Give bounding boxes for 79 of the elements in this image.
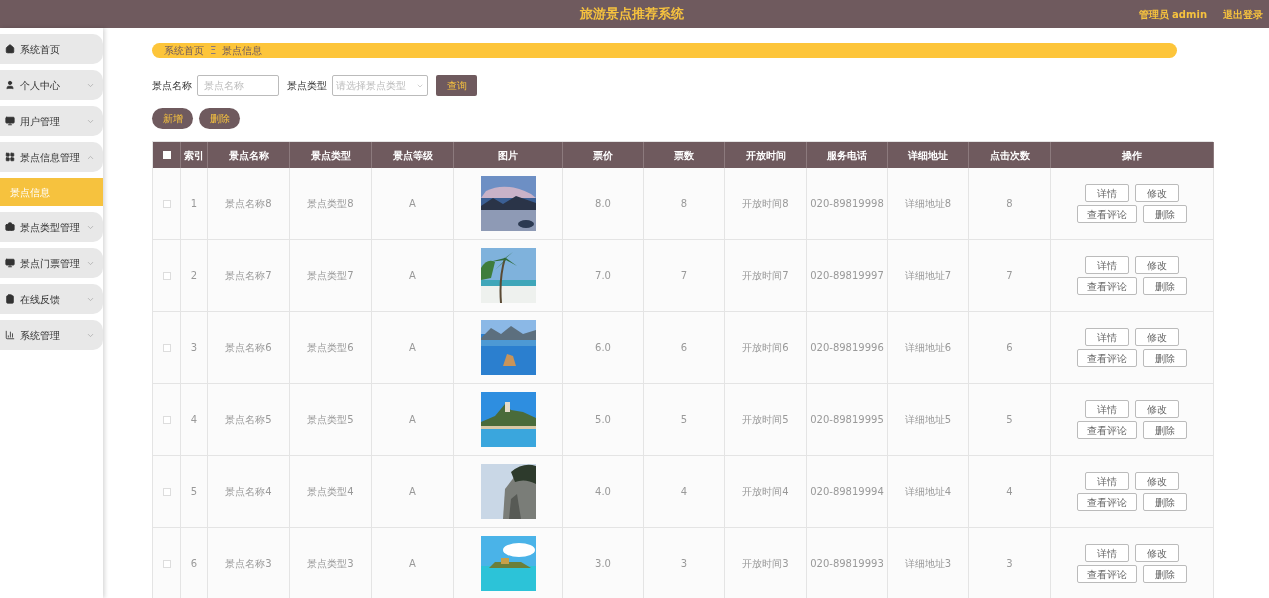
row-action-button[interactable]: 修改 <box>1135 400 1179 418</box>
column-header: 操作 <box>1122 148 1142 163</box>
row-action-button[interactable]: 详情 <box>1085 328 1129 346</box>
row-action-button[interactable]: 删除 <box>1143 349 1187 367</box>
row-action-button[interactable]: 详情 <box>1085 472 1129 490</box>
row-action-button[interactable]: 查看评论 <box>1077 421 1137 439</box>
add-button[interactable]: 新增 <box>152 108 193 129</box>
row-action-button[interactable]: 修改 <box>1135 472 1179 490</box>
row-checkbox[interactable] <box>162 343 171 352</box>
row-action-button[interactable]: 修改 <box>1135 256 1179 274</box>
table-cell: 景点名称3 <box>208 528 290 598</box>
row-action-button[interactable]: 删除 <box>1143 565 1187 583</box>
search-button[interactable]: 查询 <box>436 75 477 96</box>
user-label: 管理员 admin <box>1138 7 1207 22</box>
column-header: 景点类型 <box>310 148 351 163</box>
breadcrumb-link[interactable]: 景点信息 <box>222 43 263 58</box>
row-action-button[interactable]: 查看评论 <box>1077 349 1137 367</box>
table-cell: 详细地址3 <box>888 528 969 598</box>
row-action-button[interactable]: 详情 <box>1085 400 1129 418</box>
sidebar-item[interactable]: 景点信息管理 <box>0 142 103 172</box>
column-header: 景点名称 <box>228 148 269 163</box>
row-action-button[interactable]: 详情 <box>1085 184 1129 202</box>
logout-link[interactable]: 退出登录 <box>1223 6 1263 22</box>
row-checkbox[interactable] <box>162 415 171 424</box>
sidebar-item[interactable]: 景点门票管理 <box>0 248 103 278</box>
row-action-button[interactable]: 修改 <box>1135 544 1179 562</box>
home-icon <box>5 44 15 54</box>
table-cell: 景点类型3 <box>290 528 372 598</box>
sidebar-item[interactable]: 个人中心 <box>0 70 103 100</box>
bar-chart-icon <box>5 330 15 340</box>
table-cell: 3 <box>969 528 1051 598</box>
row-action-button[interactable]: 查看评论 <box>1077 493 1137 511</box>
table-cell: 3.0 <box>563 528 644 598</box>
table-cell: A <box>372 528 454 598</box>
sidebar-item[interactable]: 用户管理 <box>0 106 103 136</box>
row-action-button[interactable]: 查看评论 <box>1077 277 1137 295</box>
breadcrumb-link[interactable]: 系统首页 <box>164 43 204 58</box>
sidebar-item[interactable]: 景点类型管理 <box>0 212 103 242</box>
breadcrumb-separator: Ξ <box>210 44 217 58</box>
row-checkbox[interactable] <box>162 199 171 208</box>
monitor-icon <box>5 258 15 268</box>
filter-label: 景点类型 <box>287 79 327 93</box>
name-input-field[interactable]: 景点名称 <box>197 75 279 96</box>
column-header: 详细地址 <box>908 148 948 163</box>
row-checkbox[interactable] <box>162 559 171 568</box>
grid-icon <box>5 152 15 162</box>
table-cell: 020-89819993 <box>807 528 888 598</box>
sidebar-item[interactable]: 系统首页 <box>0 34 103 64</box>
row-action-button[interactable]: 修改 <box>1135 184 1179 202</box>
row-action-button[interactable]: 删除 <box>1143 277 1187 295</box>
row-action-button[interactable]: 删除 <box>1143 421 1187 439</box>
sidebar-item[interactable]: 系统管理 <box>0 320 103 350</box>
table-cell: 6 <box>181 528 208 598</box>
column-header: 票价 <box>593 148 613 163</box>
app-title: 旅游景点推荐系统 <box>579 5 684 24</box>
user-icon <box>5 80 15 90</box>
filter-label: 景点名称 <box>152 79 192 93</box>
select-all-checkbox[interactable] <box>162 151 171 159</box>
sidebar-item[interactable]: 在线反馈 <box>0 284 103 314</box>
row-action-button[interactable]: 删除 <box>1143 493 1187 511</box>
table-cell: 3 <box>644 528 725 598</box>
delete-button[interactable]: 删除 <box>199 108 240 129</box>
column-header: 开放时间 <box>745 148 786 163</box>
column-header: 服务电话 <box>827 148 867 163</box>
column-header: 景点等级 <box>392 148 433 163</box>
column-header: 图片 <box>498 148 518 163</box>
row-action-button[interactable]: 修改 <box>1135 328 1179 346</box>
row-action-button[interactable]: 查看评论 <box>1077 565 1137 583</box>
table-cell: 开放时间3 <box>725 528 807 598</box>
column-header: 点击次数 <box>989 148 1030 163</box>
column-header: 票数 <box>674 148 694 163</box>
column-header: 索引 <box>184 148 204 163</box>
row-checkbox[interactable] <box>162 487 171 496</box>
row-action-button[interactable]: 详情 <box>1085 256 1129 274</box>
row-action-button[interactable]: 查看评论 <box>1077 205 1137 223</box>
row-checkbox[interactable] <box>162 271 171 280</box>
monitor-icon <box>5 116 15 126</box>
row-action-button[interactable]: 删除 <box>1143 205 1187 223</box>
row-action-button[interactable]: 详情 <box>1085 544 1129 562</box>
